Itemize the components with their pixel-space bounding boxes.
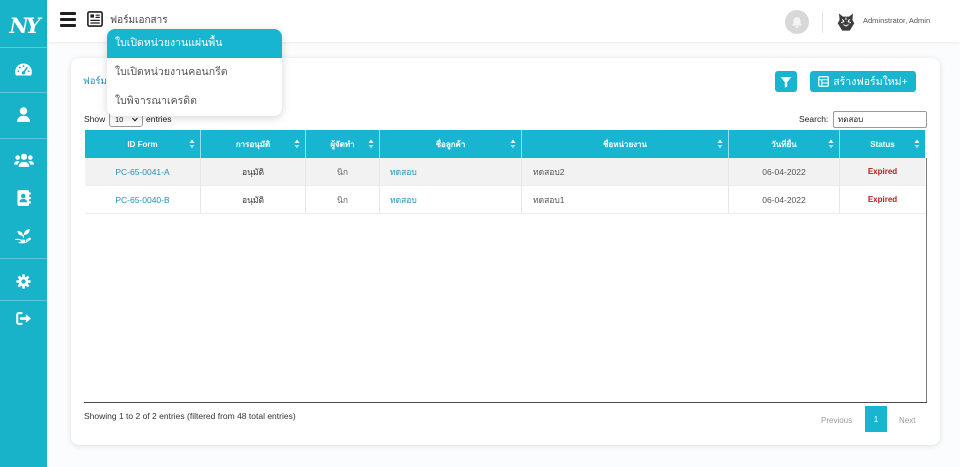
users-icon bbox=[13, 153, 34, 167]
search-input[interactable] bbox=[833, 111, 927, 128]
table-row: PC-65-0041-A อนุมัติ นิก ทดสอบ ทดสอบ2 06… bbox=[85, 158, 925, 186]
column-header-label: ชื่อหน่วยงาน bbox=[602, 139, 648, 149]
filter-icon bbox=[780, 76, 792, 88]
sidebar-divider bbox=[0, 92, 47, 93]
sidebar-divider bbox=[0, 138, 47, 139]
seedling-icon bbox=[15, 229, 31, 244]
column-header-label: การอนุมัติ bbox=[235, 139, 271, 149]
column-header-status[interactable]: Status bbox=[840, 130, 925, 158]
sidebar-item-user[interactable] bbox=[0, 99, 47, 129]
column-header-creator[interactable]: ผู้จัดทำ bbox=[306, 130, 380, 158]
column-header-label: ผู้จัดทำ bbox=[330, 139, 355, 149]
user-icon bbox=[17, 106, 30, 122]
forms-card: ฟอร์มใ สร้างฟอร์มใหม่+ Show 10 entries S… bbox=[71, 58, 940, 445]
document-icon bbox=[87, 11, 103, 27]
column-header-label: ID Form bbox=[127, 139, 158, 149]
sidebar-item-dashboard[interactable] bbox=[0, 54, 47, 84]
cell-id-form[interactable]: PC-65-0041-A bbox=[85, 158, 201, 186]
dashboard-icon bbox=[15, 63, 32, 76]
column-header-label: วันที่ยื่น bbox=[771, 139, 797, 149]
column-header-customer[interactable]: ชื่อลูกค้า bbox=[380, 130, 522, 158]
hamburger-bar bbox=[60, 18, 76, 21]
status-badge: Expired bbox=[840, 186, 925, 214]
forms-menu-toggle[interactable]: ฟอร์มเอกสาร bbox=[110, 13, 168, 29]
table-info: Showing 1 to 2 of 2 entries (filtered fr… bbox=[84, 411, 296, 421]
sort-icon bbox=[510, 139, 516, 149]
column-header-date[interactable]: วันที่ยื่น bbox=[729, 130, 840, 158]
header-divider bbox=[822, 11, 823, 33]
cell-approval: อนุมัติ bbox=[201, 186, 306, 214]
chevron-down-icon bbox=[132, 117, 138, 122]
table-icon bbox=[818, 76, 830, 87]
pagination-previous[interactable]: Previous bbox=[821, 415, 852, 427]
gear-icon bbox=[16, 273, 31, 289]
column-header-label: Status bbox=[870, 139, 895, 149]
sort-icon bbox=[294, 139, 300, 149]
dropdown-item-concrete-unit[interactable]: ใบเปิดหน่วยงานคอนกรีต bbox=[107, 58, 282, 87]
sort-icon bbox=[368, 139, 374, 149]
cell-date: 06-04-2022 bbox=[729, 186, 840, 214]
sidebar-item-settings[interactable] bbox=[0, 266, 47, 296]
search-label: Search: bbox=[799, 114, 829, 124]
cell-customer[interactable]: ทดสอบ bbox=[380, 186, 522, 214]
column-header-unit[interactable]: ชื่อหน่วยงาน bbox=[522, 130, 729, 158]
bell-icon bbox=[792, 16, 802, 28]
pagination-next[interactable]: Next bbox=[899, 415, 915, 427]
cell-date: 06-04-2022 bbox=[729, 158, 840, 186]
sidebar-divider bbox=[0, 47, 47, 48]
logo[interactable]: NY bbox=[0, 12, 47, 40]
sidebar-item-logout[interactable] bbox=[0, 303, 47, 333]
hamburger-bar bbox=[60, 12, 76, 15]
forms-table: ID Form การอนุมัติ ผู้จัดทำ ชื่อลูกค้า ช… bbox=[84, 129, 927, 403]
sidebar-item-contacts[interactable] bbox=[0, 183, 47, 213]
avatar[interactable] bbox=[837, 12, 855, 32]
notification-button[interactable] bbox=[785, 10, 809, 34]
page-length-value: 10 bbox=[115, 115, 124, 124]
table-row: PC-65-0040-B อนุมัติ นิก ทดสอบ ทดสอบ1 06… bbox=[85, 186, 925, 214]
sidebar-item-seedling[interactable] bbox=[0, 221, 47, 251]
forms-dropdown-menu: ใบเปิดหน่วยงานแผ่นพื้น ใบเปิดหน่วยงานคอน… bbox=[107, 29, 282, 116]
cell-creator: นิก bbox=[306, 186, 380, 214]
dropdown-item-slab-unit[interactable]: ใบเปิดหน่วยงานแผ่นพื้น bbox=[107, 29, 282, 58]
sidebar-divider bbox=[0, 300, 47, 301]
table-header: ID Form การอนุมัติ ผู้จัดทำ ชื่อลูกค้า ช… bbox=[85, 130, 925, 158]
column-header-label: ชื่อลูกค้า bbox=[435, 139, 466, 149]
address-book-icon bbox=[16, 190, 31, 206]
sort-icon bbox=[189, 139, 195, 149]
cell-creator: นิก bbox=[306, 158, 380, 186]
status-badge: Expired bbox=[840, 158, 925, 186]
cell-customer[interactable]: ทดสอบ bbox=[380, 158, 522, 186]
sign-out-icon bbox=[15, 311, 31, 325]
cell-unit: ทดสอบ1 bbox=[522, 186, 729, 214]
cell-id-form[interactable]: PC-65-0040-B bbox=[85, 186, 201, 214]
dropdown-item-credit-review[interactable]: ใบพิจารณาเครดิต bbox=[107, 87, 282, 116]
create-form-button[interactable]: สร้างฟอร์มใหม่+ bbox=[810, 71, 916, 92]
create-form-label: สร้างฟอร์มใหม่+ bbox=[833, 76, 908, 88]
sidebar: NY bbox=[0, 0, 47, 467]
sort-icon bbox=[717, 139, 723, 149]
user-name[interactable]: Adminstrator, Admin bbox=[863, 16, 930, 26]
table-scroll-border bbox=[926, 158, 927, 402]
sort-icon bbox=[828, 139, 834, 149]
cell-approval: อนุมัติ bbox=[201, 158, 306, 186]
hamburger-bar bbox=[60, 24, 76, 27]
show-label: Show bbox=[84, 114, 106, 124]
cell-unit: ทดสอบ2 bbox=[522, 158, 729, 186]
sidebar-divider bbox=[0, 258, 47, 259]
column-header-approval[interactable]: การอนุมัติ bbox=[201, 130, 306, 158]
sort-icon bbox=[914, 139, 920, 149]
filter-button[interactable] bbox=[775, 71, 797, 92]
sidebar-item-users[interactable] bbox=[0, 145, 47, 175]
pagination-page-current[interactable]: 1 bbox=[865, 406, 887, 432]
column-header-id-form[interactable]: ID Form bbox=[85, 130, 201, 158]
hamburger-icon[interactable] bbox=[60, 12, 76, 27]
